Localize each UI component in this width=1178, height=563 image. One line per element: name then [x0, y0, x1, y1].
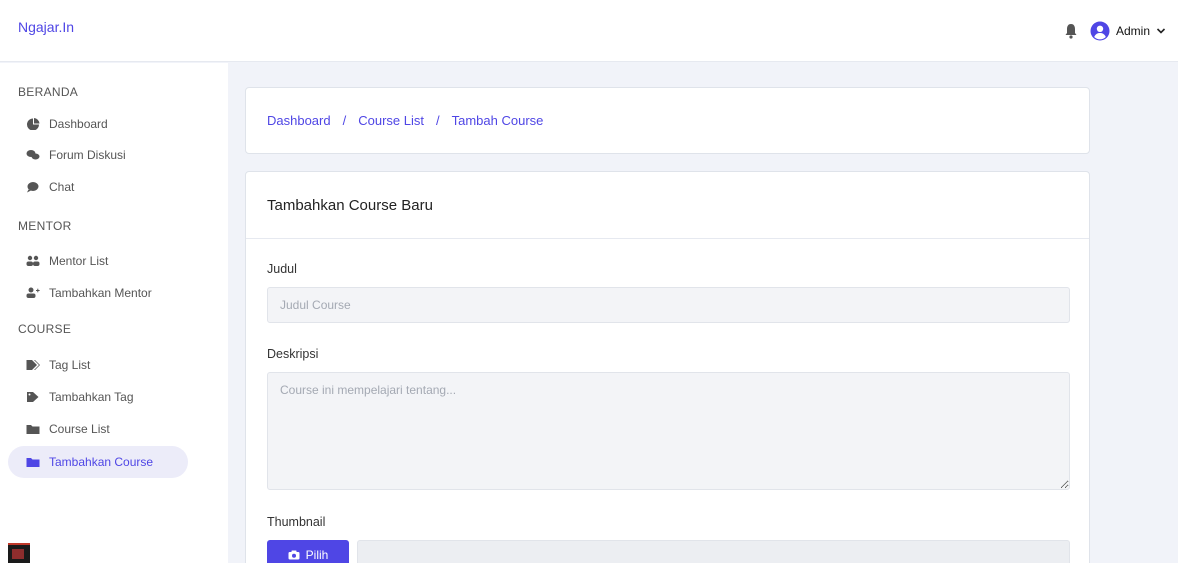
- breadcrumb-item-course-list[interactable]: Course List: [358, 113, 424, 128]
- thumbnail-file-display[interactable]: [357, 540, 1070, 563]
- sidebar-section-beranda: BERANDA: [18, 85, 79, 99]
- sidebar-item-mentor-list[interactable]: Mentor List: [8, 245, 188, 277]
- tag-icon: [27, 392, 39, 402]
- judul-input[interactable]: [267, 287, 1070, 323]
- camera-icon: [288, 550, 300, 560]
- sidebar-section-course: COURSE: [18, 322, 72, 336]
- sidebar-item-tambahkan-course[interactable]: Tambahkan Course: [8, 446, 188, 478]
- breadcrumb-separator: /: [435, 113, 440, 128]
- brand-logo[interactable]: Ngajar.In: [18, 19, 74, 35]
- sidebar-item-chat[interactable]: Chat: [8, 171, 188, 203]
- sidebar-item-label: Chat: [49, 180, 75, 194]
- dashboard-icon: [27, 118, 40, 130]
- sidebar-item-label: Course List: [49, 422, 110, 436]
- tags-icon: [26, 360, 40, 370]
- bell-icon[interactable]: [1064, 23, 1078, 39]
- top-navbar: Ngajar.In Admin: [0, 0, 1178, 62]
- sidebar-item-tambahkan-mentor[interactable]: Tambahkan Mentor: [8, 277, 188, 309]
- sidebar-item-label: Tag List: [49, 358, 91, 372]
- user-avatar-icon: [1090, 21, 1110, 41]
- sidebar: BERANDA Dashboard Forum Diskusi Chat MEN…: [0, 63, 228, 563]
- deskripsi-label: Deskripsi: [267, 347, 319, 361]
- breadcrumb-item-tambah-course[interactable]: Tambah Course: [452, 113, 544, 128]
- sidebar-item-label: Forum Diskusi: [49, 148, 126, 162]
- pick-button-label: Pilih: [305, 548, 329, 562]
- sidebar-item-tag-list[interactable]: Tag List: [8, 349, 188, 381]
- users-icon: [26, 255, 40, 266]
- sidebar-item-label: Tambahkan Course: [49, 455, 154, 469]
- form-title: Tambahkan Course Baru: [267, 196, 433, 214]
- sidebar-item-label: Tambahkan Tag: [49, 390, 134, 404]
- sidebar-item-label: Dashboard: [49, 117, 108, 131]
- sidebar-item-course-list[interactable]: Course List: [8, 413, 188, 445]
- user-menu[interactable]: Admin: [1090, 21, 1166, 41]
- breadcrumb-separator: /: [342, 113, 347, 128]
- form-header: Tambahkan Course Baru: [246, 172, 1089, 239]
- thumbnail-label: Thumbnail: [267, 515, 326, 529]
- chevron-down-icon: [1156, 28, 1166, 34]
- sidebar-item-label: Mentor List: [49, 254, 109, 268]
- folder-plus-icon: [26, 458, 40, 467]
- folder-icon: [26, 425, 40, 434]
- user-plus-icon: [26, 287, 40, 298]
- sidebar-item-forum-diskusi[interactable]: Forum Diskusi: [8, 139, 188, 171]
- comments-icon: [26, 150, 40, 160]
- pick-thumbnail-button[interactable]: Pilih: [267, 540, 349, 563]
- breadcrumb: Dashboard / Course List / Tambah Course: [245, 87, 1090, 154]
- topbar-actions: Admin: [1064, 0, 1166, 62]
- sidebar-item-tambahkan-tag[interactable]: Tambahkan Tag: [8, 381, 188, 413]
- judul-label: Judul: [267, 262, 297, 276]
- taskbar-app-icon[interactable]: [8, 543, 30, 563]
- deskripsi-textarea[interactable]: [267, 372, 1070, 490]
- add-course-form-card: Tambahkan Course Baru Judul Deskripsi Th…: [245, 171, 1090, 563]
- breadcrumb-item-dashboard[interactable]: Dashboard: [267, 113, 331, 128]
- sidebar-section-mentor: MENTOR: [18, 219, 72, 233]
- sidebar-item-dashboard[interactable]: Dashboard: [8, 108, 188, 140]
- chat-icon: [27, 182, 39, 193]
- user-name: Admin: [1115, 24, 1150, 38]
- sidebar-item-label: Tambahkan Mentor: [49, 286, 152, 300]
